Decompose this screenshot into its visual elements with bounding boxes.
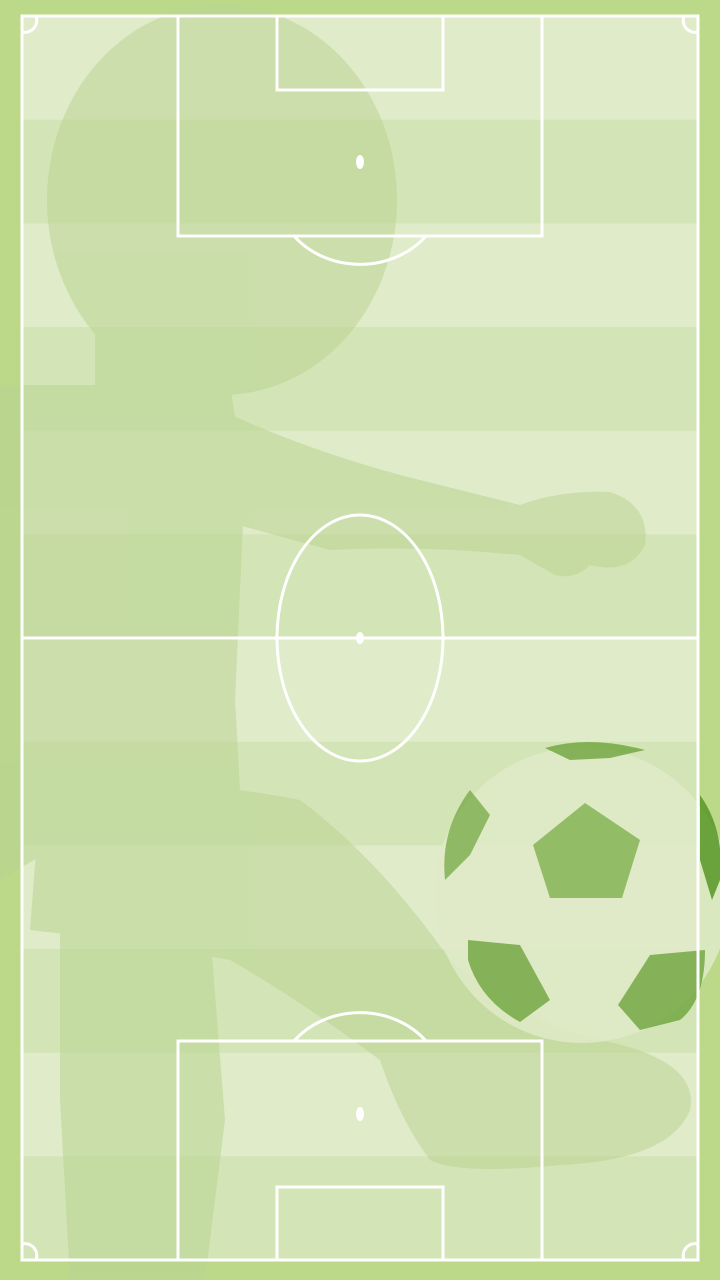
corner-arc-bottom-right	[681, 1242, 699, 1261]
game-screen	[0, 0, 720, 1280]
corner-arc-top-right	[681, 15, 699, 34]
bottom-penalty-spot	[356, 1107, 364, 1121]
center-spot	[356, 632, 364, 644]
top-penalty-spot	[356, 155, 364, 169]
corner-arc-bottom-left	[21, 1242, 39, 1261]
top-penalty-area	[176, 14, 544, 238]
corner-arc-top-left	[21, 15, 39, 34]
bottom-goal-area	[275, 1185, 445, 1262]
football-pitch	[20, 14, 700, 1262]
bottom-penalty-area	[176, 1039, 544, 1262]
top-penalty-arc	[292, 235, 428, 266]
bottom-penalty-arc	[292, 1011, 428, 1042]
top-goal-area	[275, 14, 445, 92]
